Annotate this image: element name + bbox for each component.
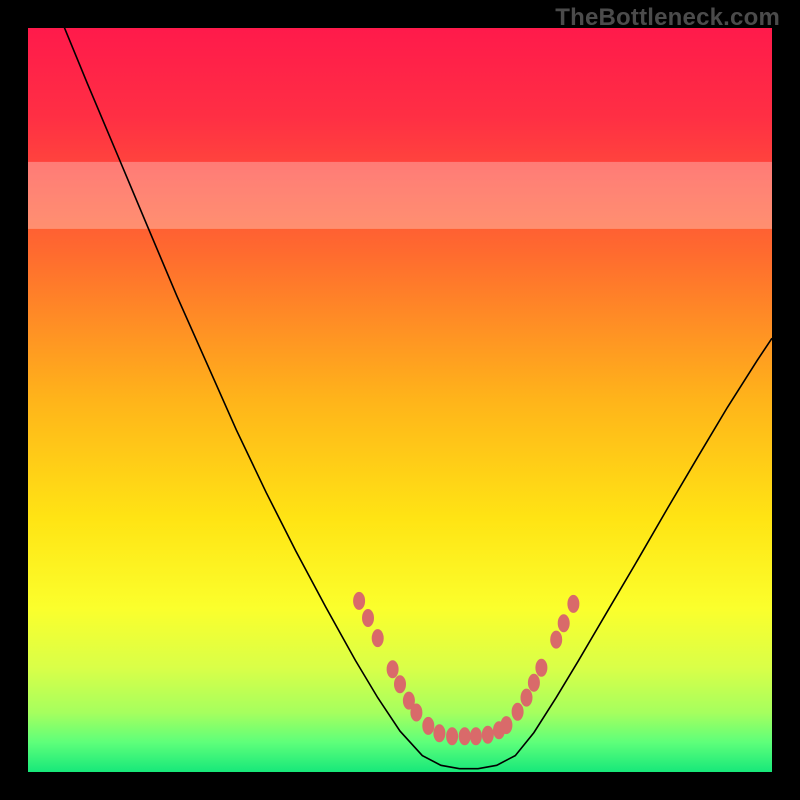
highlight-dot: [387, 660, 399, 678]
highlight-dot: [550, 631, 562, 649]
chart-frame: TheBottleneck.com: [0, 0, 800, 800]
highlight-dot: [410, 704, 422, 722]
highlight-dot: [521, 689, 533, 707]
highlight-dot: [482, 726, 494, 744]
bottleneck-chart: [28, 28, 772, 772]
pale-band: [28, 162, 772, 229]
highlight-dot: [372, 629, 384, 647]
highlight-dot: [558, 614, 570, 632]
highlight-dot: [470, 727, 482, 745]
highlight-dot: [422, 717, 434, 735]
highlight-dot: [353, 592, 365, 610]
highlight-dot: [512, 703, 524, 721]
highlight-dot: [459, 727, 471, 745]
gradient-background: [28, 28, 772, 772]
highlight-dot: [535, 659, 547, 677]
highlight-dot: [446, 727, 458, 745]
highlight-dot: [394, 675, 406, 693]
highlight-dot: [500, 716, 512, 734]
highlight-dot: [362, 609, 374, 627]
highlight-dot: [528, 674, 540, 692]
highlight-dot: [567, 595, 579, 613]
highlight-dot: [433, 724, 445, 742]
watermark-text: TheBottleneck.com: [555, 4, 780, 32]
